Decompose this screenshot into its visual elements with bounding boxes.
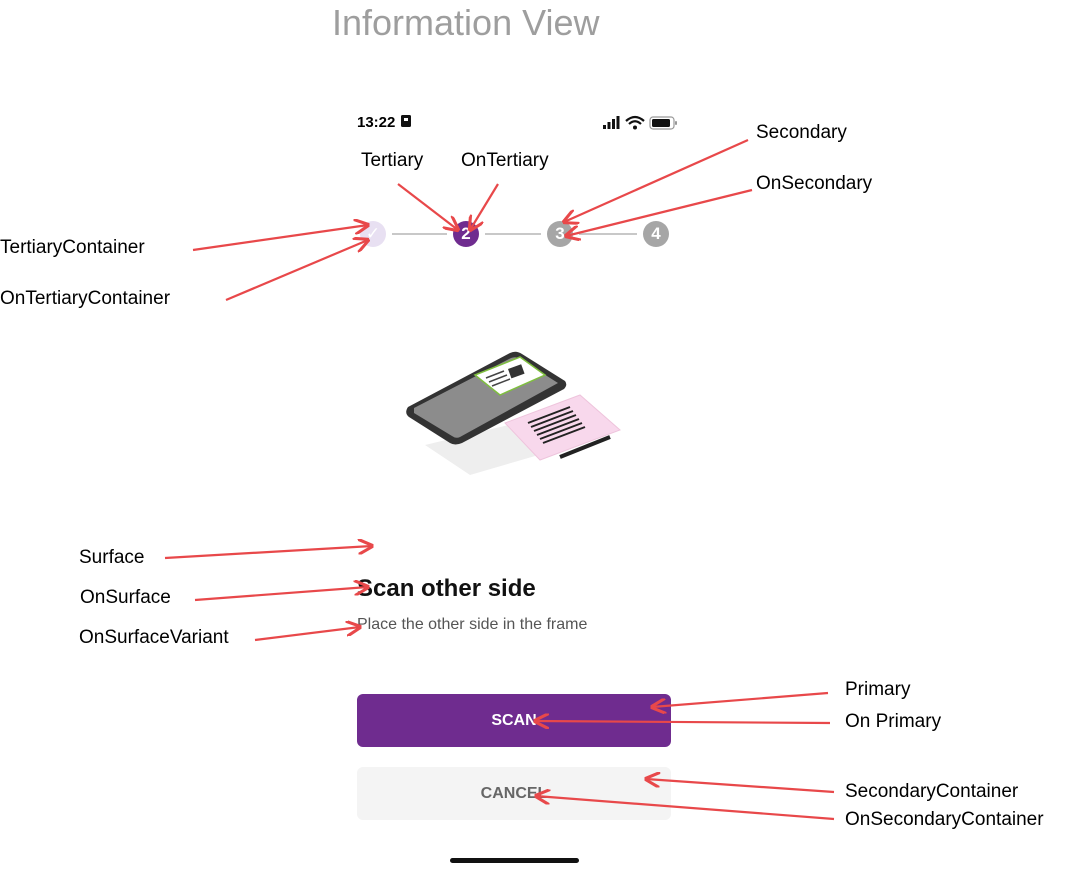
arrow-secondary-container	[646, 779, 835, 794]
annotation-on-tertiary-container: OnTertiaryContainer	[0, 288, 171, 309]
scan-button[interactable]: SCAN	[357, 694, 671, 747]
wifi-icon	[625, 115, 645, 130]
cancel-button[interactable]: CANCEL	[357, 767, 671, 820]
arrow-surface	[164, 546, 372, 560]
annotation-on-secondary-container: OnSecondaryContainer	[845, 809, 1044, 830]
stepper-connector	[485, 233, 541, 235]
annotation-surface: Surface	[79, 547, 145, 568]
annotation-on-surface: OnSurface	[80, 587, 171, 608]
sim-icon	[400, 115, 411, 127]
annotation-on-secondary: OnSecondary	[756, 173, 873, 194]
annotation-tertiary-container: TertiaryContainer	[0, 237, 145, 258]
arrow-tertiary-container	[192, 225, 368, 252]
step-4-upcoming: 4	[643, 221, 669, 247]
status-bar-icons	[603, 115, 677, 130]
scan-heading: Scan other side	[357, 575, 536, 602]
scan-document-illustration	[406, 351, 621, 475]
annotation-on-surface-variant: OnSurfaceVariant	[79, 627, 229, 648]
annotation-secondary-container: SecondaryContainer	[845, 781, 1019, 802]
home-indicator[interactable]	[450, 858, 579, 863]
step-2-current: 2	[453, 221, 479, 247]
annotation-on-primary: On Primary	[845, 711, 942, 732]
step-1-completed: ✓	[360, 221, 386, 247]
signal-icon	[603, 116, 620, 129]
arrow-tertiary	[397, 183, 458, 230]
time-text: 13:22	[357, 114, 396, 131]
battery-icon	[649, 116, 677, 130]
arrow-on-tertiary-container	[225, 240, 368, 302]
arrow-on-surface	[194, 587, 368, 602]
annotation-on-tertiary: OnTertiary	[461, 150, 549, 171]
status-bar-time: 13:22	[357, 114, 412, 131]
annotation-primary: Primary	[845, 679, 911, 700]
step-3-upcoming: 3	[547, 221, 573, 247]
arrow-primary	[652, 691, 829, 707]
arrow-on-surface-variant	[254, 627, 360, 642]
scan-instruction-text: Place the other side in the frame	[357, 616, 588, 633]
stepper-connector	[579, 233, 637, 235]
stepper-connector	[392, 233, 447, 235]
annotation-tertiary: Tertiary	[361, 150, 424, 171]
page-title: Information View	[332, 2, 600, 43]
arrow-secondary	[564, 138, 749, 222]
annotation-secondary: Secondary	[756, 122, 847, 143]
